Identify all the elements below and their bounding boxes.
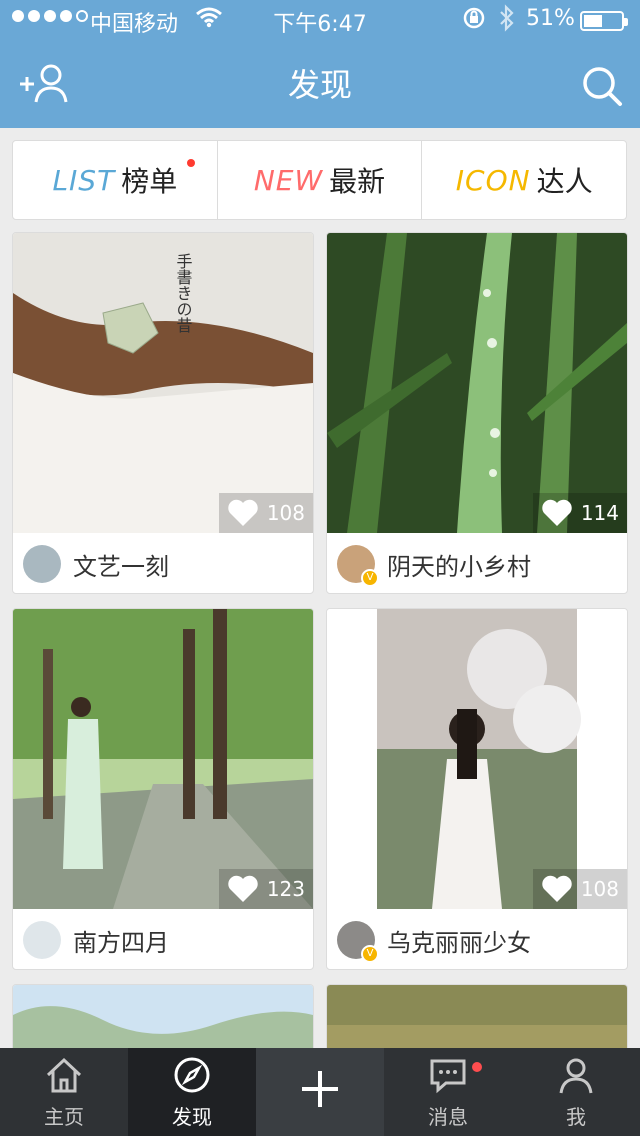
tab-messages-label: 消息: [428, 1105, 468, 1129]
tab-discover-label: 发现: [172, 1105, 212, 1129]
photo-card[interactable]: 108 V 乌克丽丽少女: [326, 608, 628, 970]
card-footer[interactable]: V 乌克丽丽少女: [327, 909, 627, 969]
username[interactable]: 文艺一刻: [73, 547, 169, 582]
avatar[interactable]: V: [337, 921, 379, 963]
tab-home-label: 主页: [44, 1105, 84, 1129]
category-list-en: LIST: [52, 163, 116, 197]
battery-icon: [580, 11, 628, 31]
status-bar: 中国移动 下午6:47 51%: [0, 0, 640, 40]
bluetooth-icon: [500, 4, 514, 32]
top-bar: 中国移动 下午6:47 51% 发现: [0, 0, 640, 128]
heart-icon: [542, 499, 572, 526]
photo-image[interactable]: 108: [327, 609, 627, 909]
photo-card[interactable]: 114 V 阴天的小乡村: [326, 232, 628, 594]
photo-card[interactable]: 手書きの昔 108 文艺一刻: [12, 232, 314, 594]
category-list-zh: 榜单: [121, 165, 178, 198]
home-icon: [46, 1057, 82, 1093]
unread-dot: [472, 1062, 482, 1072]
photo-image[interactable]: 123: [13, 609, 313, 909]
like-count: 108: [580, 877, 619, 901]
like-counter[interactable]: 108: [532, 869, 627, 909]
heart-icon: [228, 499, 258, 526]
username[interactable]: 南方四月: [73, 923, 169, 958]
battery-percent: 51%: [526, 6, 575, 31]
avatar[interactable]: [23, 545, 61, 583]
like-counter[interactable]: 123: [218, 869, 313, 909]
category-new[interactable]: NEW 最新: [218, 141, 423, 219]
category-new-en: NEW: [253, 163, 324, 197]
heart-icon: [542, 875, 572, 902]
page-title: 发现: [287, 66, 352, 104]
card-footer[interactable]: V 阴天的小乡村: [327, 533, 627, 593]
tab-publish[interactable]: [256, 1048, 384, 1136]
category-bar: LIST 榜单 NEW 最新 ICON 达人: [12, 140, 627, 220]
category-icon-zh: 达人: [536, 165, 593, 198]
message-icon: [430, 1059, 466, 1094]
photo-card[interactable]: 123 南方四月: [12, 608, 314, 970]
user-icon: [559, 1058, 593, 1094]
photo-image[interactable]: 114: [327, 233, 627, 533]
avatar[interactable]: [23, 921, 61, 959]
category-list[interactable]: LIST 榜单: [13, 141, 218, 219]
card-footer[interactable]: 文艺一刻: [13, 533, 313, 593]
search-icon[interactable]: [580, 64, 624, 108]
heart-icon: [228, 875, 258, 902]
verified-badge-icon: V: [361, 945, 379, 963]
like-count: 123: [266, 877, 305, 901]
tab-me-label: 我: [566, 1105, 586, 1129]
bottom-tab-bar: 主页 发现 消息 我: [0, 1048, 640, 1136]
category-new-zh: 最新: [329, 165, 386, 198]
orientation-lock-icon: [463, 7, 485, 29]
plus-icon: [302, 1071, 338, 1107]
tab-home[interactable]: 主页: [0, 1048, 128, 1136]
svg-text:手書きの昔: 手書きの昔: [174, 253, 193, 333]
tab-discover[interactable]: 发现: [128, 1048, 256, 1136]
verified-badge-icon: V: [361, 569, 379, 587]
compass-icon: [174, 1057, 210, 1093]
like-count: 108: [266, 501, 305, 525]
tab-messages[interactable]: 消息: [384, 1048, 512, 1136]
username[interactable]: 乌克丽丽少女: [387, 923, 531, 958]
like-counter[interactable]: 108: [218, 493, 313, 533]
category-icon-en: ICON: [455, 163, 531, 197]
username[interactable]: 阴天的小乡村: [387, 547, 531, 582]
photo-image[interactable]: 手書きの昔 108: [13, 233, 313, 533]
category-icon[interactable]: ICON 达人: [422, 141, 626, 219]
like-count: 114: [580, 501, 619, 525]
tab-me[interactable]: 我: [512, 1048, 640, 1136]
avatar[interactable]: V: [337, 545, 379, 587]
new-indicator-dot: [187, 159, 195, 167]
card-footer[interactable]: 南方四月: [13, 909, 313, 969]
like-counter[interactable]: 114: [532, 493, 627, 533]
